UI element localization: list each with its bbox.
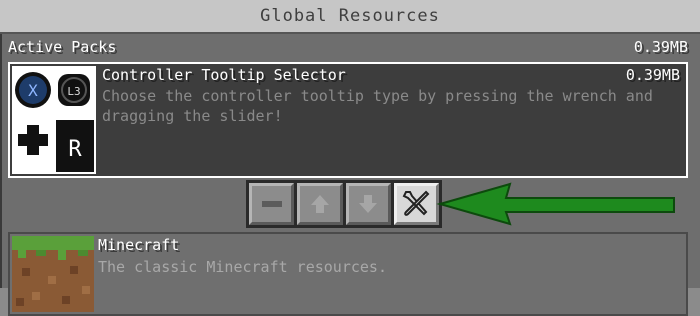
dpad-icon bbox=[18, 125, 48, 155]
pack-name: Controller Tooltip Selector bbox=[102, 66, 346, 84]
window-title: Global Resources bbox=[260, 6, 440, 26]
pack-name: Minecraft bbox=[98, 236, 180, 254]
pack-size: 0.39MB bbox=[625, 66, 680, 84]
controller-pack-icon: X L3 R bbox=[12, 66, 96, 174]
r-button-icon: R bbox=[56, 120, 94, 172]
wrench-screwdriver-icon bbox=[403, 190, 430, 216]
minus-icon bbox=[261, 201, 282, 207]
pointer-arrow-icon bbox=[434, 180, 682, 228]
r-button-label: R bbox=[68, 137, 82, 162]
x-button-icon: X bbox=[15, 72, 51, 108]
active-packs-total-size: 0.39MB bbox=[633, 38, 688, 56]
arrow-up-icon bbox=[310, 195, 329, 213]
move-down-button[interactable] bbox=[345, 183, 391, 225]
grass-block-icon bbox=[12, 236, 94, 312]
active-packs-title: Active Packs bbox=[8, 38, 117, 56]
x-button-label: X bbox=[28, 81, 38, 100]
move-up-button[interactable] bbox=[297, 183, 343, 225]
pack-description: The classic Minecraft resources. bbox=[98, 258, 387, 276]
l3-stick-icon: L3 bbox=[58, 74, 90, 106]
pack-controls-toolbar bbox=[246, 180, 442, 228]
pack-description: Choose the controller tooltip type by pr… bbox=[102, 87, 653, 125]
window-titlebar: Global Resources bbox=[0, 0, 700, 34]
arrow-down-icon bbox=[359, 195, 378, 213]
l3-button-label: L3 bbox=[67, 85, 80, 98]
pack-item-controller-tooltip-selector[interactable]: X L3 R Controller Tooltip Selector 0.39M… bbox=[8, 62, 688, 178]
pack-settings-button[interactable] bbox=[393, 183, 439, 225]
resources-panel[interactable]: Active Packs 0.39MB X L3 R Controller To… bbox=[0, 34, 700, 316]
remove-pack-button[interactable] bbox=[249, 183, 295, 225]
active-packs-header: Active Packs 0.39MB bbox=[8, 38, 688, 60]
pack-item-minecraft[interactable]: Minecraft The classic Minecraft resource… bbox=[8, 232, 688, 316]
